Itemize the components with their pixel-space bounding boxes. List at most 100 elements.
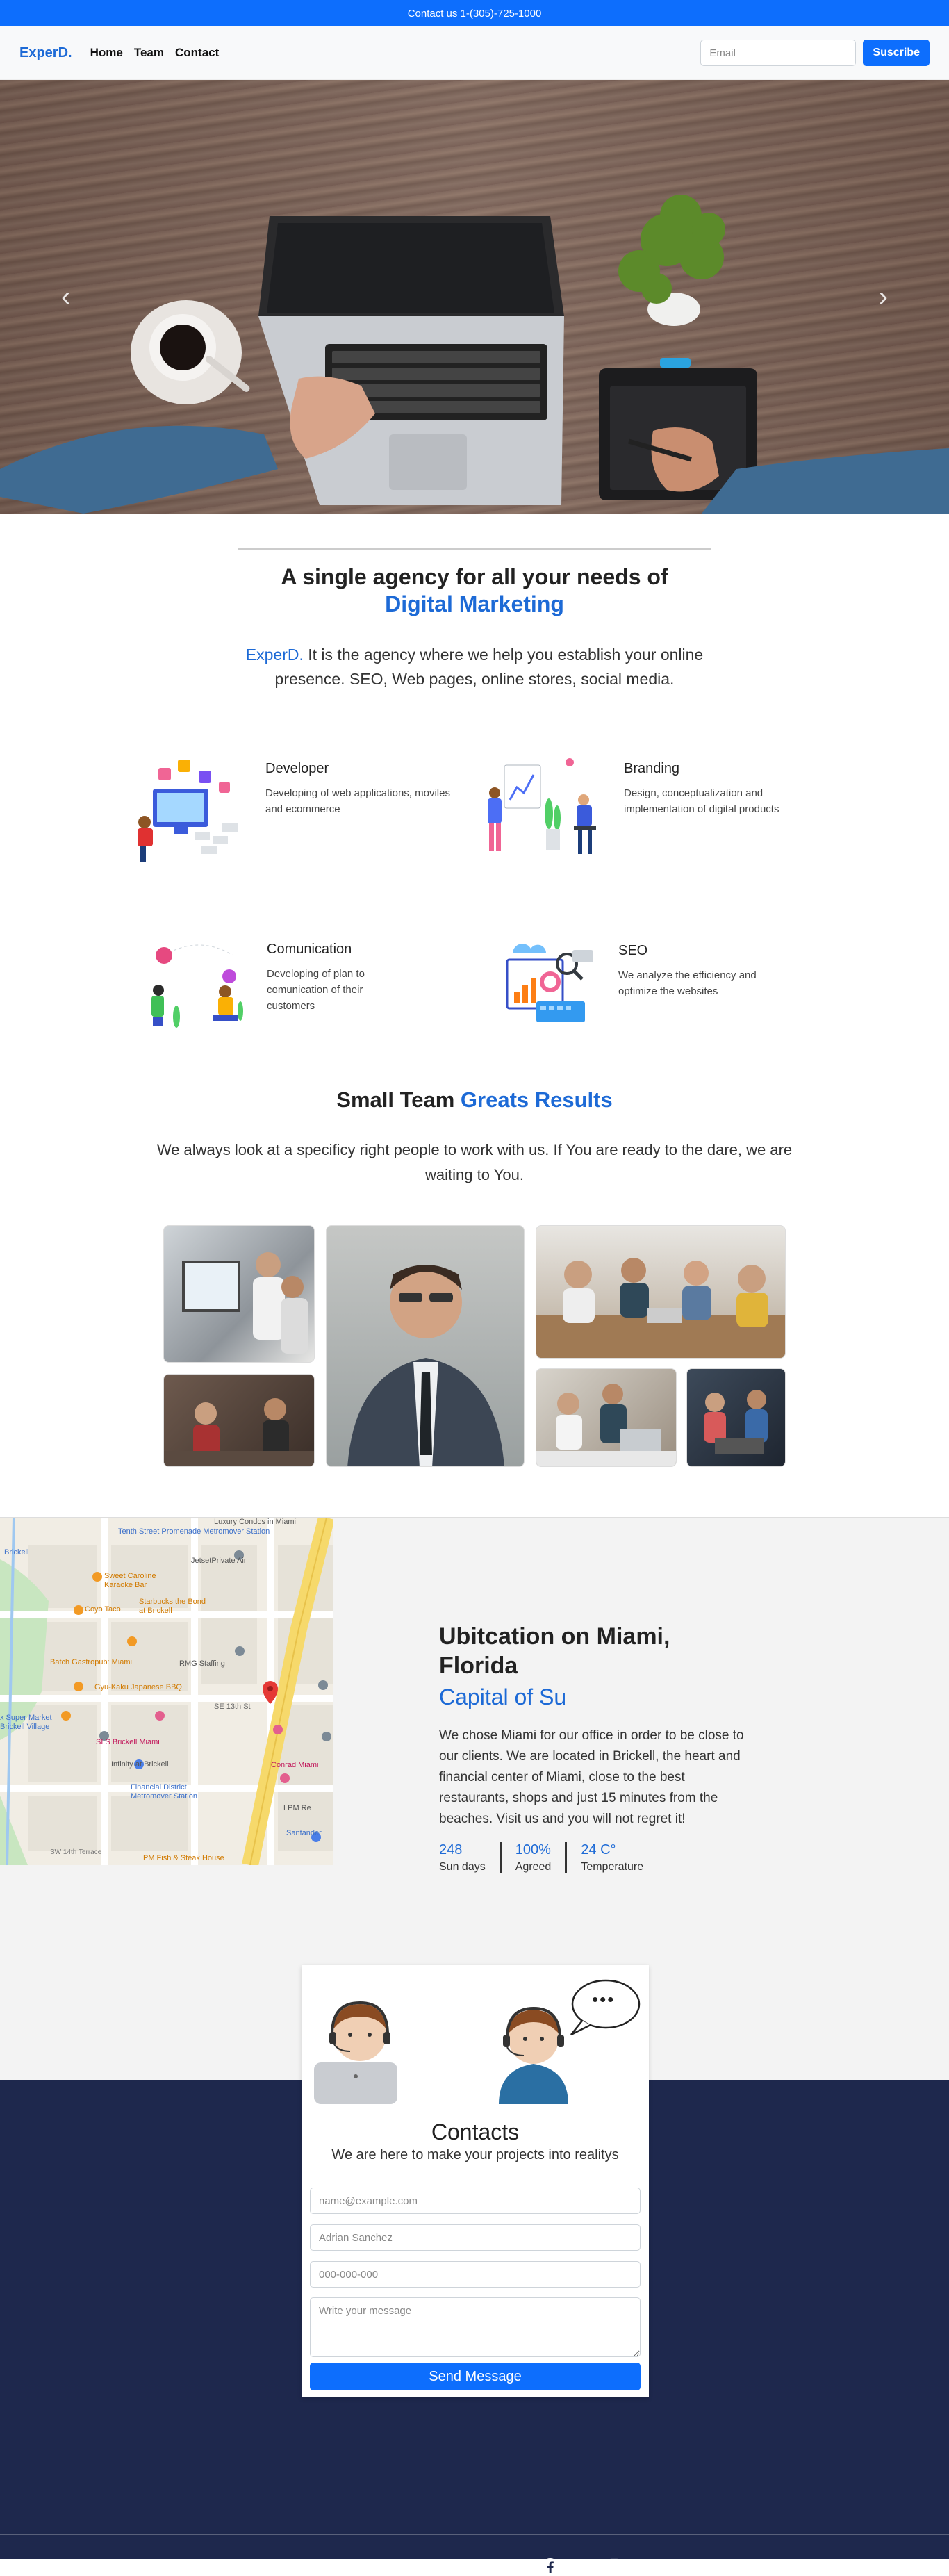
service-branding-text: Branding Design, conceptualization and i… (624, 761, 804, 817)
agency-heading-highlight: Digital Marketing (385, 591, 564, 616)
seo-illustration-icon (506, 944, 593, 1022)
team-photo-group (686, 1368, 786, 1467)
map-label-13: Conrad Miami (271, 1761, 319, 1769)
brand-logo[interactable]: ExperD. (19, 45, 72, 61)
map-label-12: Infinity at Brickell (111, 1760, 169, 1769)
map-label-7: Batch Gastropub: Miami (50, 1658, 132, 1666)
team-heading: Small Team Greats Results (0, 1088, 949, 1113)
nav-link-home[interactable]: Home (90, 46, 123, 60)
facebook-icon[interactable] (541, 2558, 560, 2576)
stat-agreed-label: Agreed (515, 1861, 552, 1873)
location-info: Ubitcation on Miami, Florida Capital of … (439, 1622, 752, 1873)
subscribe-button[interactable]: Suscribe (863, 40, 930, 66)
support-agents-illustration (314, 1979, 641, 2104)
map-label-16: Santander (286, 1829, 322, 1837)
stat-temperature: 24 C° Temperature (581, 1842, 657, 1873)
map-label-5: Coyo Taco (85, 1605, 121, 1614)
map-label-17: PM Fish & Steak House (143, 1854, 224, 1862)
agency-description-text: It is the agency where we help you estab… (274, 646, 704, 688)
contact-email-input[interactable] (310, 2188, 641, 2214)
map-label-4: JetsetPrivate Air (191, 1557, 247, 1565)
contact-section: ExperD. © All rights reserves 2021 ••• C… (0, 1965, 949, 2576)
map-label-18: SW 14th Terrace (50, 1848, 102, 1856)
service-seo-desc: We analyze the efficiency and optimize t… (618, 969, 757, 997)
map-label-11: SLS Brickell Miami (96, 1738, 160, 1746)
map-label-3: Sweet Caroline Karaoke Bar (104, 1572, 156, 1589)
team-heading-text: Small Team (336, 1088, 455, 1112)
hero-workspace-image (0, 195, 949, 514)
service-seo-text: SEO We analyze the efficiency and optimi… (618, 943, 792, 999)
location-section: Tenth Street Promenade Metromover Statio… (0, 1517, 949, 1965)
contact-phone-input[interactable] (310, 2261, 641, 2288)
map-label-6: Starbucks the Bond at Brickell (139, 1598, 206, 1615)
service-developer-desc: Developing of web applications, moviles … (265, 787, 450, 815)
services-section: Developer Developing of web applications… (0, 691, 949, 1088)
map-label-14: Financial District Metromover Station (131, 1783, 197, 1800)
nav-link-team[interactable]: Team (134, 46, 164, 60)
team-description: We always look at a specificy right peop… (156, 1141, 793, 1183)
map-label-10: SE 13th St (214, 1703, 251, 1711)
location-subtitle: Capital of Su (439, 1684, 567, 1709)
send-message-button[interactable]: Send Message (310, 2363, 641, 2390)
agency-heading: A single agency for all your needs of Di… (0, 564, 949, 618)
contact-message-textarea[interactable] (310, 2297, 641, 2357)
agency-description: ExperD. It is the agency where we help y… (245, 643, 704, 691)
twitter-icon[interactable] (573, 2559, 591, 2575)
stat-temperature-value: 24 C° (581, 1842, 616, 1857)
agency-heading-text: A single agency for all your needs of (281, 564, 668, 589)
top-contact-bar: Contact us 1-(305)-725-1000 (0, 0, 949, 26)
location-map[interactable]: Tenth Street Promenade Metromover Statio… (0, 1518, 333, 1865)
stat-sun-days-value: 248 (439, 1842, 463, 1857)
speech-bubble-dots: ••• (592, 1989, 616, 2010)
newsletter-email-input[interactable] (700, 40, 857, 66)
service-card-developer: Developer Developing of web applications… (132, 754, 453, 865)
team-photo-laptops (536, 1368, 677, 1467)
topbar-phone-text: Contact us 1-(305)-725-1000 (407, 7, 542, 19)
nav-link-contact[interactable]: Contact (175, 46, 219, 60)
service-communication-text: Comunication Developing of plan to comun… (267, 942, 406, 1014)
agency-brand-name: ExperD. (245, 646, 304, 664)
team-photo-meeting (536, 1225, 786, 1359)
map-label-2: Luxury Condos in Miami (214, 1518, 296, 1526)
instagram-icon[interactable] (605, 2558, 623, 2576)
section-divider (238, 548, 711, 550)
footer: ExperD. © All rights reserves 2021 (0, 2558, 949, 2576)
carousel-next-icon[interactable]: › (879, 281, 888, 313)
service-card-seo: SEO We analyze the efficiency and optimi… (495, 925, 792, 1036)
service-card-communication: Comunication Developing of plan to comun… (143, 935, 406, 1032)
footer-divider (0, 2534, 949, 2535)
location-stats: 248 Sun days 100% Agreed 24 C° Temperatu… (439, 1842, 752, 1873)
location-title: Ubitcation on Miami, Florida (439, 1623, 670, 1679)
developer-illustration-icon (138, 760, 238, 862)
map-label-19: Brickell (4, 1548, 29, 1557)
service-developer-text: Developer Developing of web applications… (265, 761, 453, 817)
service-communication-desc: Developing of plan to comunication of th… (267, 968, 365, 1012)
stat-agreed: 100% Agreed (515, 1842, 568, 1873)
service-communication-title: Comunication (267, 942, 352, 957)
map-label-15: LPM Re (283, 1804, 311, 1812)
team-photo-workshop (163, 1374, 315, 1467)
service-developer-title: Developer (265, 761, 329, 776)
navbar: ExperD. Home Team Contact Suscribe (0, 26, 949, 80)
stat-temperature-label: Temperature (581, 1861, 644, 1873)
map-label-9: Gyu-Kaku Japanese BBQ (94, 1683, 182, 1691)
carousel-prev-icon[interactable]: ‹ (61, 281, 70, 313)
map-label-1: Tenth Street Promenade Metromover Statio… (118, 1527, 270, 1536)
stat-sun-days: 248 Sun days (439, 1842, 502, 1873)
team-heading-highlight: Greats Results (460, 1088, 613, 1112)
contact-subtitle: We are here to make your projects into r… (331, 2147, 619, 2163)
hero-carousel: ‹ › (0, 80, 949, 514)
team-photo-gallery (0, 1225, 949, 1517)
team-photo-businessman (326, 1225, 525, 1467)
service-branding-desc: Design, conceptualization and implementa… (624, 787, 779, 815)
branding-illustration-icon (488, 758, 596, 854)
contact-card: ••• Contacts We are here to make your pr… (302, 1965, 649, 2397)
contact-name-input[interactable] (310, 2224, 641, 2251)
service-seo-title: SEO (618, 943, 648, 958)
map-label-8: RMG Staffing (179, 1659, 225, 1668)
communication-illustration-icon (151, 944, 243, 1028)
team-photo-office (163, 1225, 315, 1363)
location-description: We chose Miami for our office in order t… (439, 1728, 744, 1826)
footer-copyright: ExperD. © All rights reserves 2021 (325, 2559, 528, 2574)
map-streets (0, 1518, 333, 1865)
